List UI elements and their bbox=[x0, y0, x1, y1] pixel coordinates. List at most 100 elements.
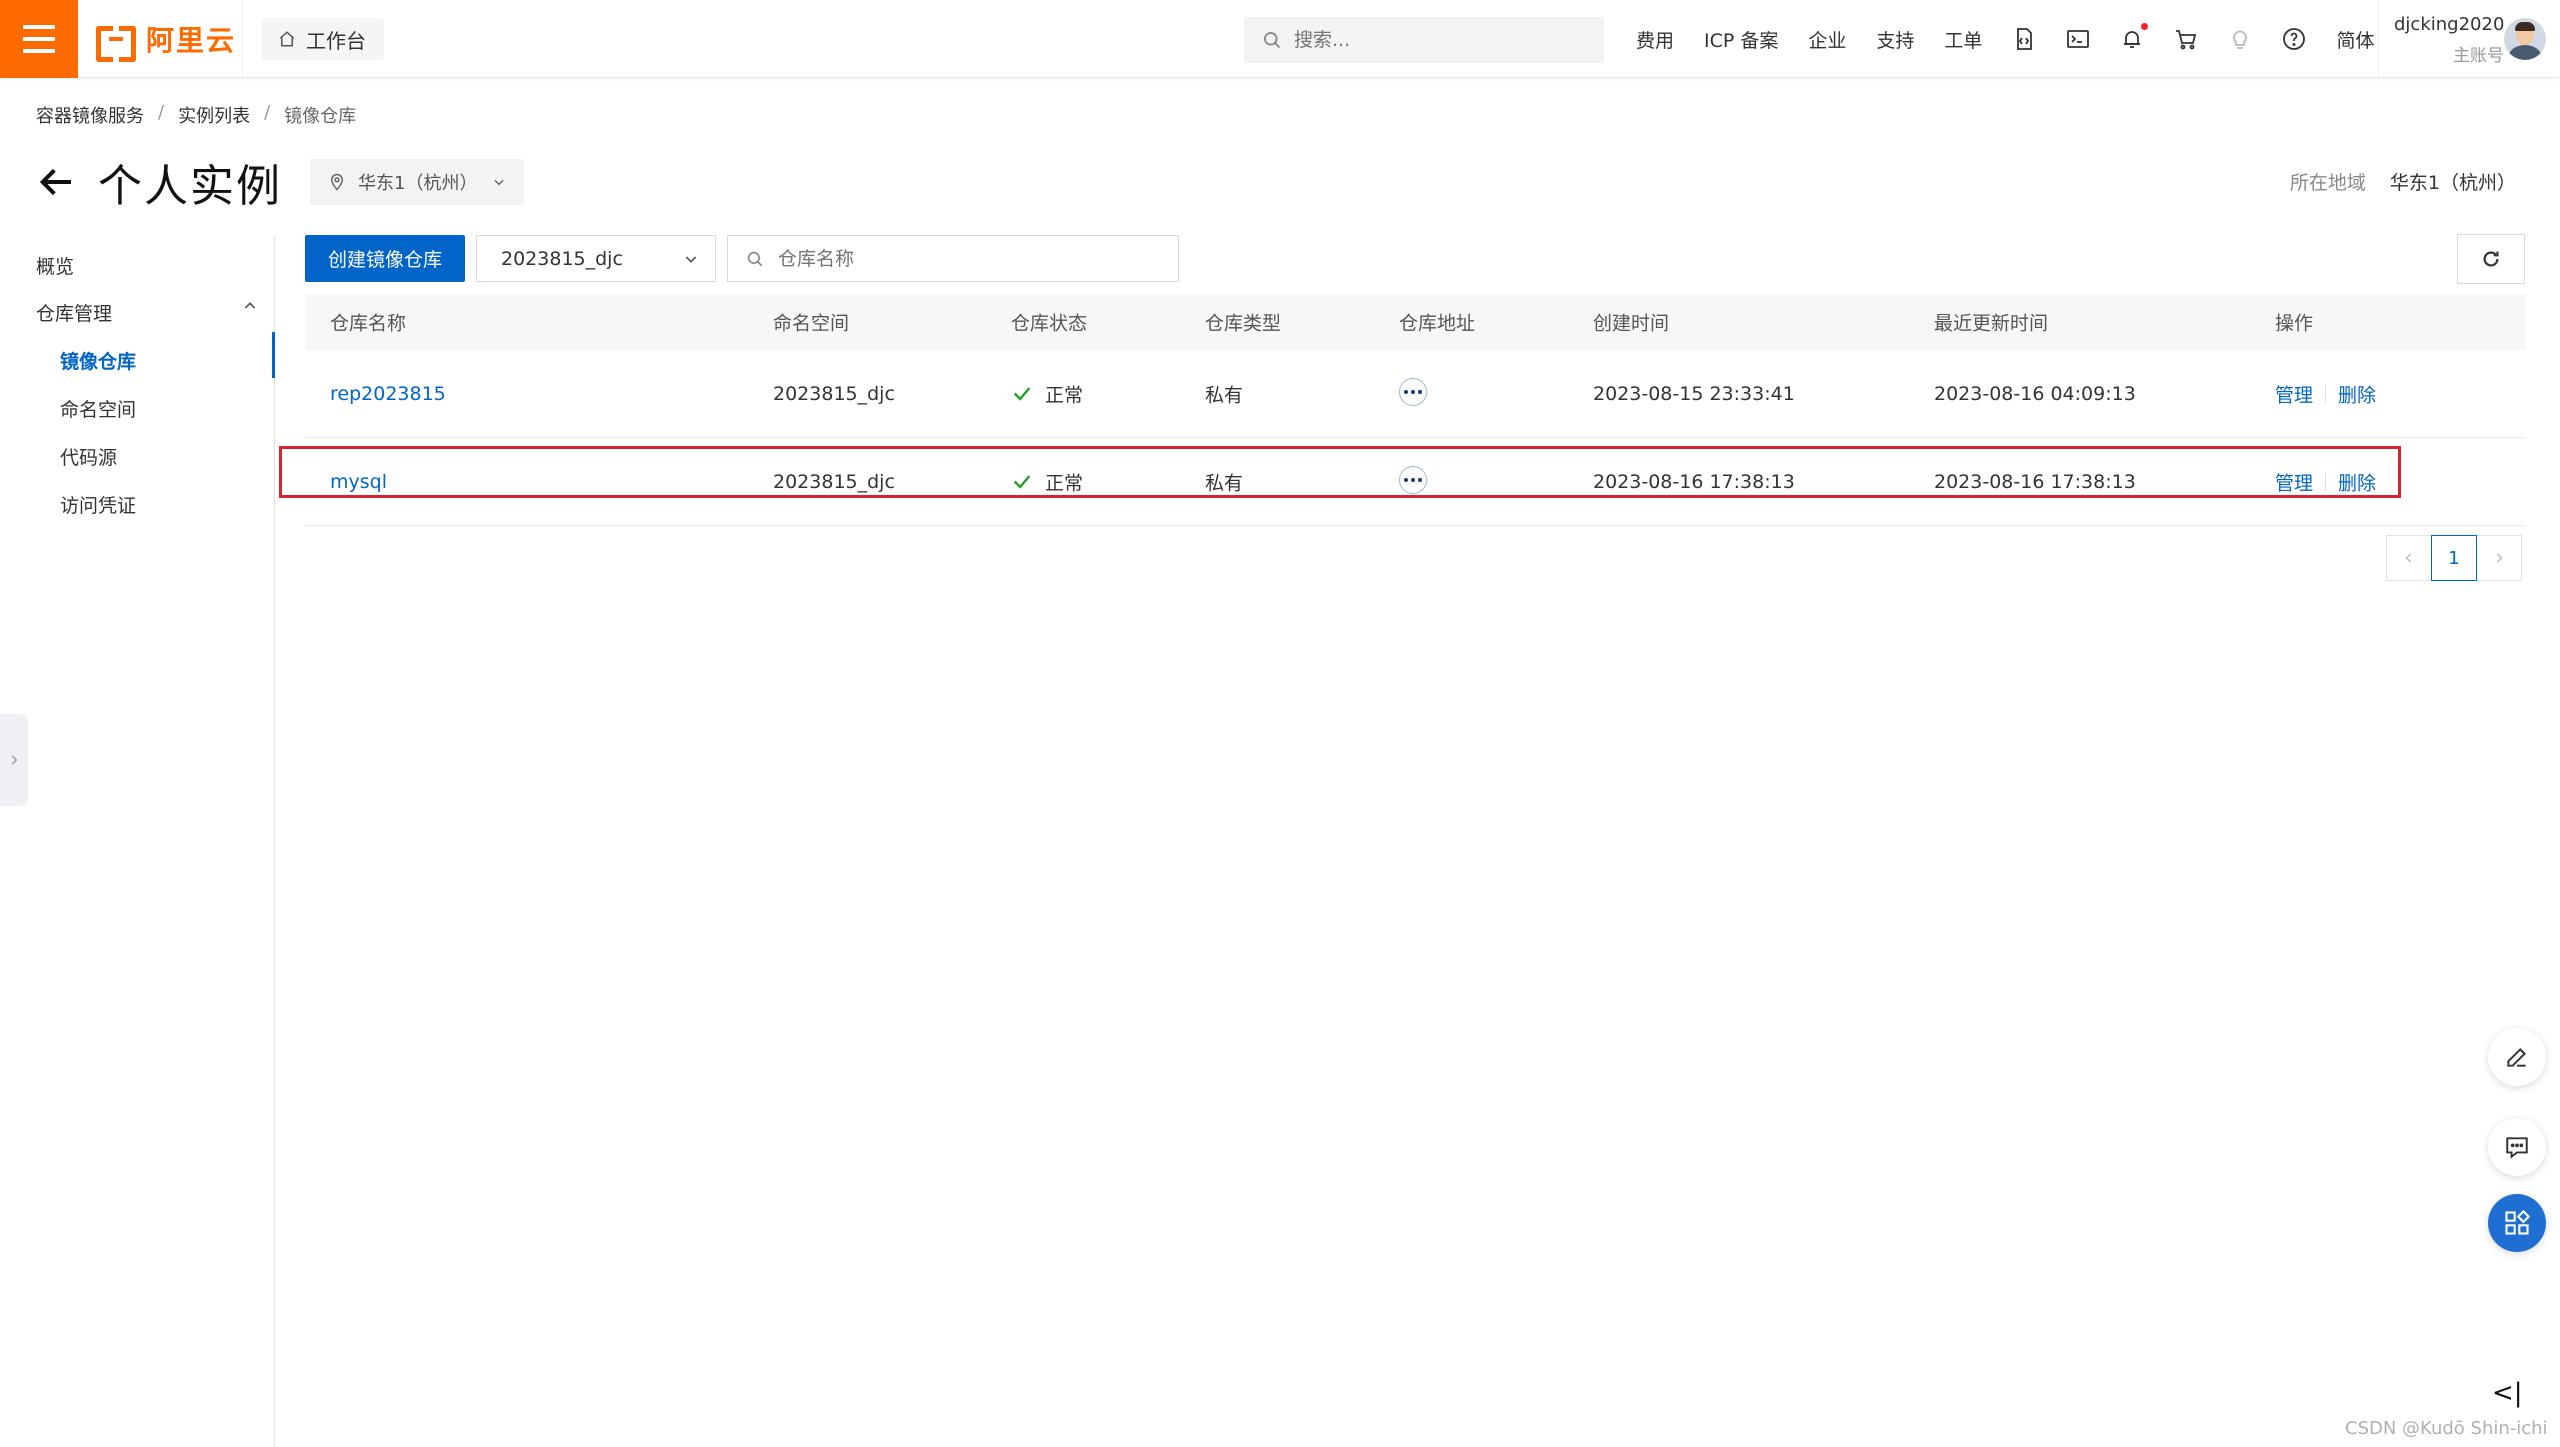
divider bbox=[2325, 384, 2327, 403]
chat-icon bbox=[2506, 1137, 2528, 1159]
menu-icon[interactable] bbox=[0, 0, 78, 78]
search-icon bbox=[1264, 32, 1281, 49]
repo-status-text: 正常 bbox=[1045, 472, 1084, 494]
row-actions: 管理 删除 bbox=[2275, 380, 2376, 407]
sidebar-item-code-source[interactable]: 代码源 bbox=[60, 443, 117, 470]
sidebar-item-credentials[interactable]: 访问凭证 bbox=[60, 491, 136, 518]
repo-name-link[interactable]: mysql bbox=[330, 471, 387, 493]
aliyun-logo-mark bbox=[96, 26, 136, 62]
feedback-edit-button[interactable] bbox=[2488, 1028, 2546, 1086]
chat-button[interactable] bbox=[2488, 1118, 2546, 1176]
repo-namespace: 2023815_djc bbox=[773, 382, 895, 405]
refresh-button[interactable] bbox=[2457, 234, 2525, 284]
delete-link[interactable]: 删除 bbox=[2338, 380, 2376, 407]
code-icon[interactable] bbox=[2012, 27, 2036, 51]
nav-link-support[interactable]: 支持 bbox=[1876, 26, 1914, 53]
help-icon[interactable] bbox=[2282, 27, 2306, 51]
sidebar-active-indicator bbox=[272, 332, 275, 378]
repo-address-more[interactable] bbox=[1399, 465, 1427, 494]
region-value: 华东1（杭州） bbox=[2389, 172, 2516, 194]
prev-page-button[interactable] bbox=[2386, 535, 2432, 581]
repo-created-time: 2023-08-15 23:33:41 bbox=[1593, 382, 1795, 405]
more-icon[interactable] bbox=[1399, 377, 1427, 406]
sidebar-expand-handle[interactable] bbox=[0, 714, 28, 806]
repo-updated-time: 2023-08-16 04:09:13 bbox=[1934, 382, 2136, 405]
back-arrow-icon[interactable] bbox=[36, 162, 76, 202]
terminal-icon[interactable] bbox=[2066, 27, 2090, 51]
nav-link-ticket[interactable]: 工单 bbox=[1944, 26, 1982, 53]
more-icon[interactable] bbox=[1399, 465, 1427, 494]
repo-status-text: 正常 bbox=[1045, 384, 1084, 406]
apps-icon bbox=[2505, 1209, 2531, 1235]
repo-created-time: 2023-08-16 17:38:13 bbox=[1593, 470, 1795, 493]
breadcrumb-separator: / bbox=[158, 102, 165, 123]
nav-link-icp[interactable]: ICP 备案 bbox=[1704, 26, 1778, 53]
table-header: 仓库名称 命名空间 仓库状态 仓库类型 仓库地址 创建时间 最近更新时间 操作 bbox=[305, 294, 2525, 350]
global-search[interactable] bbox=[1244, 17, 1604, 63]
column-header-address: 仓库地址 bbox=[1399, 312, 1476, 335]
repo-namespace: 2023815_djc bbox=[773, 470, 895, 493]
sidebar-group-repo-management[interactable]: 仓库管理 bbox=[36, 299, 112, 326]
namespace-select[interactable]: 2023815_djc bbox=[476, 235, 716, 282]
cart-icon[interactable] bbox=[2174, 27, 2198, 51]
global-search-input[interactable] bbox=[1294, 29, 1574, 51]
region-select[interactable]: 华东1（杭州） bbox=[310, 159, 524, 205]
page-number-button[interactable]: 1 bbox=[2431, 535, 2477, 581]
column-header-updated: 最近更新时间 bbox=[1934, 312, 2049, 335]
user-menu[interactable]: djcking2020 主账号 bbox=[2394, 14, 2504, 66]
namespace-select-value: 2023815_djc bbox=[501, 247, 623, 270]
nav-link-billing[interactable]: 费用 bbox=[1636, 26, 1674, 53]
apps-button[interactable] bbox=[2488, 1194, 2546, 1252]
repo-table: 仓库名称 命名空间 仓库状态 仓库类型 仓库地址 创建时间 最近更新时间 操作 … bbox=[279, 294, 2525, 526]
nav-link-enterprise[interactable]: 企业 bbox=[1808, 26, 1846, 53]
page-title: 个人实例 bbox=[98, 161, 282, 212]
region-label: 所在地域 bbox=[2289, 172, 2366, 194]
refresh-icon bbox=[2483, 251, 2499, 267]
user-role: 主账号 bbox=[2453, 46, 2504, 66]
user-name: djcking2020 bbox=[2394, 14, 2505, 35]
collapse-panel-icon[interactable]: <| bbox=[2492, 1378, 2523, 1408]
column-header-name: 仓库名称 bbox=[330, 312, 407, 335]
check-icon bbox=[1013, 387, 1031, 401]
repo-status: 正常 bbox=[1011, 380, 1083, 407]
manage-link[interactable]: 管理 bbox=[2275, 380, 2313, 407]
chevron-right-icon bbox=[11, 755, 18, 765]
language-switch[interactable]: 简体 bbox=[2336, 26, 2374, 53]
aliyun-logo[interactable]: 阿里云 bbox=[96, 22, 237, 62]
region-info: 所在地域 华东1（杭州） bbox=[2290, 168, 2516, 195]
sidebar-item-namespaces[interactable]: 命名空间 bbox=[60, 395, 136, 422]
breadcrumb-item-registry[interactable]: 容器镜像服务 bbox=[36, 102, 144, 128]
column-header-actions: 操作 bbox=[2275, 312, 2314, 335]
column-header-namespace: 命名空间 bbox=[773, 312, 850, 335]
top-navigation-bar: 阿里云 工作台 费用 ICP 备案 企业 支持 工单 简体 djcking202… bbox=[0, 0, 2560, 78]
next-page-button[interactable] bbox=[2476, 535, 2522, 581]
watermark: CSDN @Kudō Shin-ichi bbox=[2345, 1418, 2548, 1439]
chevron-up-icon[interactable] bbox=[242, 298, 258, 314]
search-icon bbox=[747, 251, 763, 266]
avatar[interactable] bbox=[2504, 18, 2546, 60]
region-select-value: 华东1（杭州） bbox=[358, 173, 478, 194]
breadcrumb-item-current: 镜像仓库 bbox=[284, 106, 357, 127]
column-header-created: 创建时间 bbox=[1593, 312, 1670, 335]
chevron-left-icon bbox=[2405, 553, 2412, 563]
lightbulb-icon[interactable] bbox=[2228, 27, 2252, 51]
delete-link[interactable]: 删除 bbox=[2338, 468, 2376, 495]
workbench-button[interactable]: 工作台 bbox=[262, 18, 384, 60]
sidebar-item-overview[interactable]: 概览 bbox=[36, 252, 74, 279]
repo-address-more[interactable] bbox=[1399, 377, 1427, 406]
notification-dot bbox=[2141, 23, 2149, 30]
brand-name: 阿里云 bbox=[146, 24, 237, 57]
repo-type: 私有 bbox=[1205, 384, 1244, 406]
repo-name-link[interactable]: rep2023815 bbox=[330, 383, 446, 405]
repo-search[interactable] bbox=[727, 235, 1179, 282]
repo-status: 正常 bbox=[1011, 468, 1083, 495]
manage-link[interactable]: 管理 bbox=[2275, 468, 2313, 495]
divider bbox=[2325, 472, 2327, 491]
pagination: 1 bbox=[2386, 535, 2522, 581]
check-icon bbox=[1013, 475, 1031, 489]
bell-icon[interactable] bbox=[2120, 23, 2149, 51]
breadcrumb-item-instances[interactable]: 实例列表 bbox=[178, 102, 250, 128]
sidebar-item-image-repos[interactable]: 镜像仓库 bbox=[60, 347, 136, 374]
repo-search-input[interactable] bbox=[778, 247, 1158, 270]
create-repo-button[interactable]: 创建镜像仓库 bbox=[305, 235, 465, 282]
